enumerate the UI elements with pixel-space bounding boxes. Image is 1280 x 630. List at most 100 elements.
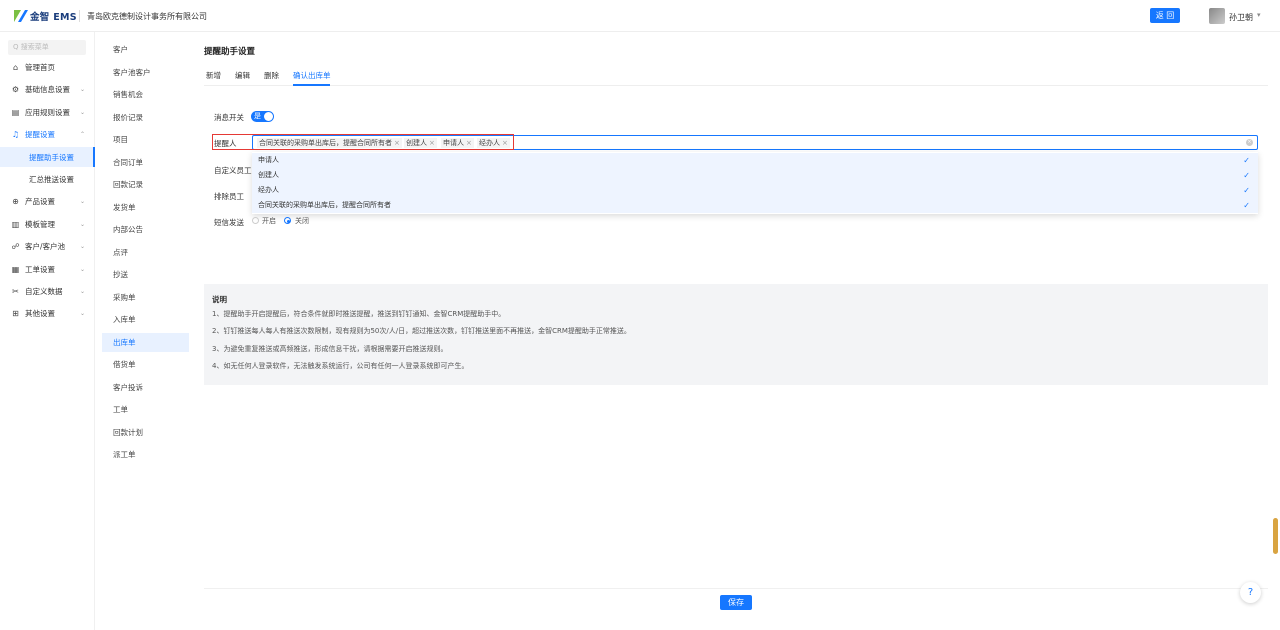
sidebar-item-work-orders[interactable]: ▦ 工单设置 ⌄ bbox=[0, 259, 95, 279]
scrollbar-thumb[interactable] bbox=[1273, 518, 1278, 554]
logo-icon bbox=[14, 10, 28, 22]
message-switch-label: 消息开关 bbox=[214, 113, 244, 122]
tab-bar: 新增 编辑 删除 确认出库单 bbox=[204, 64, 1268, 86]
description-line: 1、提醒助手开启提醒后，符合条件就即时推送提醒，推送到钉钉通知、金智CRM提醒助… bbox=[212, 310, 506, 318]
tab-confirm-outbound[interactable]: 确认出库单 bbox=[293, 70, 331, 81]
sidebar-item-label: 客户/客户池 bbox=[25, 241, 66, 251]
sidebar-item-label: 模板管理 bbox=[25, 219, 55, 229]
description-line: 3、为避免重复推送或高频推送，形成信息干扰，请根据需要开启推送规则。 bbox=[212, 345, 448, 353]
dropdown-option-applicant[interactable]: 申请人 ✓ bbox=[252, 153, 1258, 168]
sidebar-item-label: 管理首页 bbox=[25, 62, 55, 72]
check-icon: ✓ bbox=[1243, 156, 1250, 165]
module-item-customer-pool[interactable]: 客户池客户 bbox=[102, 63, 189, 82]
module-item-inbound[interactable]: 入库单 bbox=[102, 310, 189, 329]
check-icon: ✓ bbox=[1243, 186, 1250, 195]
chevron-down-icon: ⌄ bbox=[80, 85, 86, 93]
save-button[interactable]: 保存 bbox=[720, 595, 752, 610]
chevron-up-icon: ⌃ bbox=[80, 130, 86, 138]
back-button[interactable]: 返 回 bbox=[1150, 8, 1180, 23]
module-item-project[interactable]: 项目 bbox=[102, 130, 189, 149]
sidebar: Q 搜索菜单 ⌂ 管理首页 ⚙ 基础信息设置 ⌄ ▤ 应用规则设置 ⌄ ♫ 提醒… bbox=[0, 32, 95, 630]
sidebar-subitem-reminder-assistant[interactable]: 提醒助手设置 bbox=[0, 147, 95, 167]
top-header: 金智 EMS 青岛欧克德制设计事务所有限公司 返 回 孙卫朝 ▾ bbox=[0, 0, 1280, 32]
sidebar-item-label: 应用规则设置 bbox=[25, 107, 70, 117]
help-icon[interactable]: ? bbox=[1240, 582, 1261, 603]
clear-icon[interactable]: × bbox=[1246, 139, 1253, 146]
module-item-customer[interactable]: 客户 bbox=[102, 40, 189, 59]
avatar[interactable] bbox=[1209, 8, 1225, 24]
module-item-sales-opportunity[interactable]: 销售机会 bbox=[102, 85, 189, 104]
module-item-borrow[interactable]: 借货单 bbox=[102, 355, 189, 374]
chevron-down-icon: ⌄ bbox=[80, 309, 86, 317]
chevron-down-icon: ⌄ bbox=[80, 287, 86, 295]
logo-text: 金智 EMS bbox=[30, 12, 77, 23]
module-item-work-order[interactable]: 工单 bbox=[102, 400, 189, 419]
module-item-payment-plan[interactable]: 回款计划 bbox=[102, 423, 189, 442]
module-item-outbound[interactable]: 出库单 bbox=[102, 333, 189, 352]
custom-employee-label: 自定义员工 bbox=[214, 166, 252, 175]
sidebar-item-label: 提醒助手设置 bbox=[29, 153, 74, 162]
app: 金智 EMS 青岛欧克德制设计事务所有限公司 返 回 孙卫朝 ▾ Q 搜索菜单 … bbox=[0, 0, 1280, 630]
module-item-review[interactable]: 点评 bbox=[102, 243, 189, 262]
sidebar-item-products[interactable]: ⊕ 产品设置 ⌄ bbox=[0, 191, 95, 211]
module-item-contract[interactable]: 合同订单 bbox=[102, 153, 189, 172]
company-name: 青岛欧克德制设计事务所有限公司 bbox=[87, 12, 207, 21]
page-title: 提醒助手设置 bbox=[204, 47, 256, 57]
module-item-dispatch[interactable]: 派工单 bbox=[102, 445, 189, 464]
tab-add[interactable]: 新增 bbox=[206, 70, 221, 81]
sidebar-item-rules[interactable]: ▤ 应用规则设置 ⌄ bbox=[0, 102, 95, 122]
sidebar-item-label: 其他设置 bbox=[25, 308, 55, 318]
dropdown-option-creator[interactable]: 创建人 ✓ bbox=[252, 168, 1258, 183]
reminder-dropdown: 申请人 ✓ 创建人 ✓ 经办人 ✓ 合同关联的采购单出库后，提醒合同所有者 ✓ bbox=[252, 152, 1258, 214]
sidebar-item-basic-info[interactable]: ⚙ 基础信息设置 ⌄ bbox=[0, 79, 95, 99]
bell-icon: ♫ bbox=[11, 129, 20, 139]
module-item-quote[interactable]: 报价记录 bbox=[102, 108, 189, 127]
chevron-down-icon: ⌄ bbox=[80, 265, 86, 273]
user-name[interactable]: 孙卫朝 bbox=[1229, 12, 1253, 23]
work-order-icon: ▦ bbox=[11, 264, 20, 274]
description-title: 说明 bbox=[212, 295, 227, 304]
sidebar-subitem-summary-push[interactable]: 汇总推送设置 bbox=[0, 169, 95, 189]
sms-on-radio[interactable] bbox=[252, 217, 259, 224]
option-label: 经办人 bbox=[258, 186, 279, 194]
sidebar-item-label: 工单设置 bbox=[25, 264, 55, 274]
module-item-payment[interactable]: 回款记录 bbox=[102, 175, 189, 194]
description-line: 4、如无任何人登录软件，无法触发系统运行，公司有任何一人登录系统即可产生。 bbox=[212, 362, 469, 370]
tab-active-indicator bbox=[293, 84, 330, 86]
description-line: 2、钉钉推送每人每人有推送次数限制，现有规则为50次/人/日，超过推送次数，钉钉… bbox=[212, 327, 631, 335]
chevron-down-icon: ⌄ bbox=[80, 197, 86, 205]
sidebar-item-custom-data[interactable]: ✂ 自定义数据 ⌄ bbox=[0, 281, 95, 301]
document-icon: ▤ bbox=[11, 107, 20, 117]
module-item-complaint[interactable]: 客户投诉 bbox=[102, 378, 189, 397]
sidebar-item-other[interactable]: ⊞ 其他设置 ⌄ bbox=[0, 303, 95, 323]
chevron-down-icon[interactable]: ▾ bbox=[1257, 11, 1261, 19]
sidebar-item-label: 自定义数据 bbox=[25, 286, 63, 296]
footer-divider bbox=[204, 588, 1268, 589]
message-switch[interactable]: 是 bbox=[251, 111, 274, 122]
tab-delete[interactable]: 删除 bbox=[264, 70, 279, 81]
sidebar-item-label: 汇总推送设置 bbox=[29, 175, 74, 184]
dropdown-option-contract-owner[interactable]: 合同关联的采购单出库后，提醒合同所有者 ✓ bbox=[252, 198, 1258, 213]
tab-edit[interactable]: 编辑 bbox=[235, 70, 250, 81]
sidebar-item-templates[interactable]: ▥ 模板管理 ⌄ bbox=[0, 214, 95, 234]
sidebar-item-customers[interactable]: ☍ 客户/客户池 ⌄ bbox=[0, 236, 95, 256]
dropdown-option-handler[interactable]: 经办人 ✓ bbox=[252, 183, 1258, 198]
sms-off-label[interactable]: 关闭 bbox=[295, 216, 309, 226]
search-input[interactable]: Q 搜索菜单 bbox=[8, 40, 86, 55]
module-item-shipment[interactable]: 发货单 bbox=[102, 198, 189, 217]
module-item-cc[interactable]: 抄送 bbox=[102, 265, 189, 284]
option-label: 合同关联的采购单出库后，提醒合同所有者 bbox=[258, 201, 391, 209]
home-icon: ⌂ bbox=[12, 62, 19, 72]
module-item-announcement[interactable]: 内部公告 bbox=[102, 220, 189, 239]
sidebar-item-home[interactable]: ⌂ 管理首页 bbox=[0, 57, 95, 77]
module-item-purchase[interactable]: 采购单 bbox=[102, 288, 189, 307]
sms-off-radio[interactable] bbox=[284, 217, 291, 224]
users-icon: ☍ bbox=[11, 241, 20, 251]
exclude-employee-label: 排除员工 bbox=[214, 192, 244, 201]
grid-icon: ⊞ bbox=[12, 308, 19, 318]
header-divider bbox=[79, 10, 80, 22]
chevron-down-icon: ⌄ bbox=[80, 220, 86, 228]
sidebar-item-reminders[interactable]: ♫ 提醒设置 ⌃ bbox=[0, 124, 95, 144]
sms-on-label[interactable]: 开启 bbox=[262, 216, 276, 226]
description-panel: 说明 1、提醒助手开启提醒后，符合条件就即时推送提醒，推送到钉钉通知、金智CRM… bbox=[204, 284, 1268, 385]
